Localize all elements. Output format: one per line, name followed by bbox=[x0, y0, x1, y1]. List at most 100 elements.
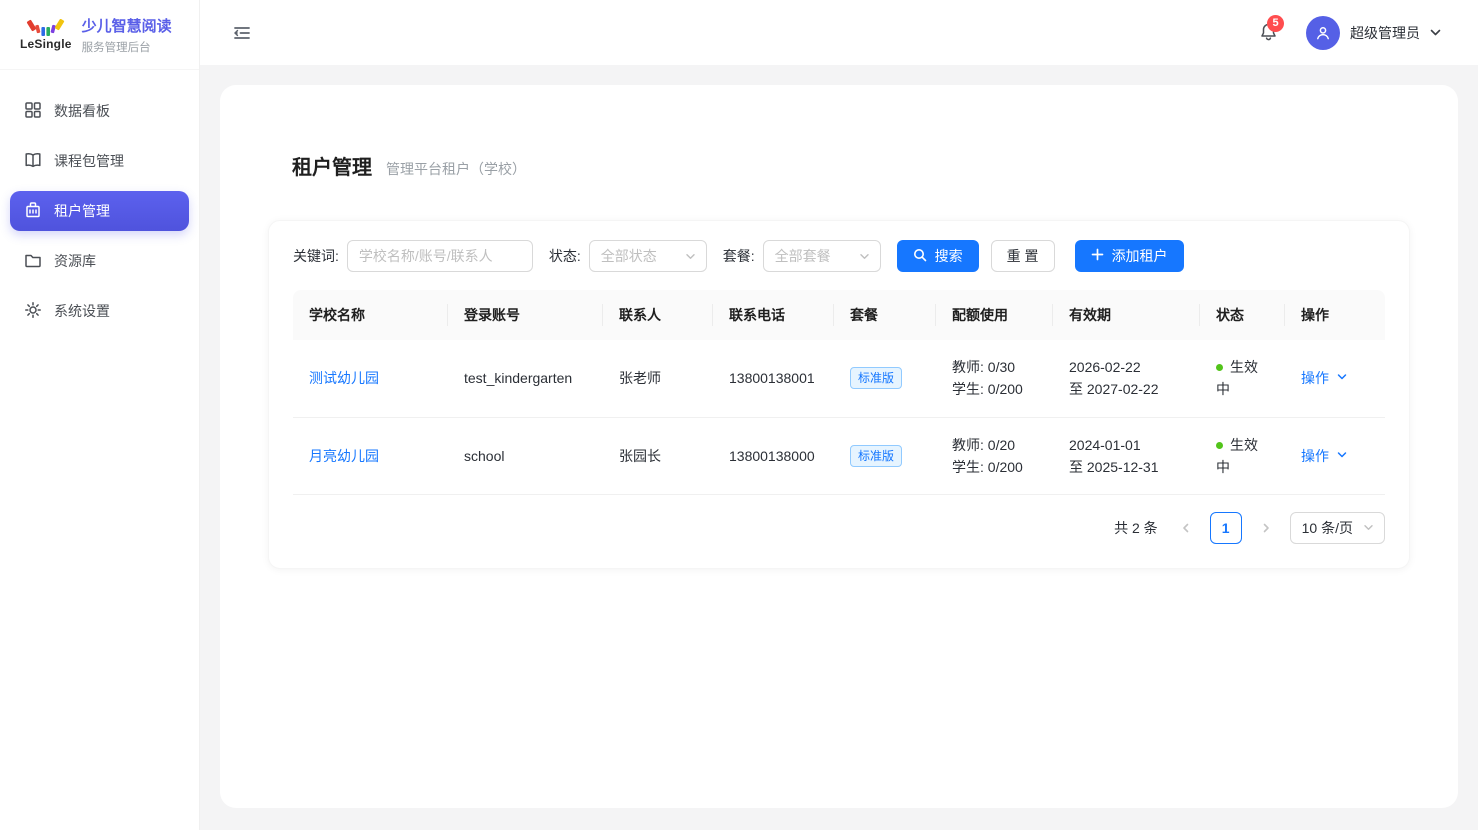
sidebar-item-label: 租户管理 bbox=[54, 201, 110, 221]
sidebar-item-label: 资源库 bbox=[54, 251, 96, 271]
school-name-link[interactable]: 测试幼儿园 bbox=[309, 370, 379, 386]
tenant-panel: 关键词: 状态: 全部状态 套餐: 全部套餐 bbox=[268, 220, 1410, 569]
contact-name: 张老师 bbox=[603, 340, 713, 417]
keyword-input[interactable] bbox=[347, 240, 533, 272]
sidebar-collapse-icon[interactable] bbox=[232, 22, 254, 44]
sidebar-item-label: 课程包管理 bbox=[54, 151, 124, 171]
user-name: 超级管理员 bbox=[1350, 23, 1420, 43]
building-icon bbox=[24, 201, 42, 222]
gear-icon bbox=[24, 301, 42, 322]
status-text: 生效中 bbox=[1216, 437, 1258, 475]
package-select[interactable]: 全部套餐 bbox=[763, 240, 881, 272]
contact-name: 张园长 bbox=[603, 417, 713, 494]
status-label: 状态: bbox=[549, 246, 581, 266]
row-actions-dropdown[interactable]: 操作 bbox=[1301, 368, 1348, 388]
col-login-account: 登录账号 bbox=[448, 290, 603, 340]
user-menu[interactable]: 超级管理员 bbox=[1306, 16, 1442, 50]
sidebar-item-dashboard[interactable]: 数据看板 bbox=[10, 91, 189, 131]
col-status: 状态 bbox=[1200, 290, 1285, 340]
status-dot-icon bbox=[1216, 442, 1223, 449]
sidebar-item-resources[interactable]: 资源库 bbox=[10, 241, 189, 281]
contact-phone: 13800138000 bbox=[713, 417, 834, 494]
row-actions-dropdown[interactable]: 操作 bbox=[1301, 446, 1348, 466]
col-school-name: 学校名称 bbox=[293, 290, 448, 340]
chevron-down-icon bbox=[859, 251, 870, 262]
login-account: test_kindergarten bbox=[448, 340, 603, 417]
sidebar: LeSingle 少儿智慧阅读 服务管理后台 数据看板 课程包 bbox=[0, 0, 200, 830]
quota-teacher: 教师: 0/30 bbox=[952, 356, 1037, 378]
brand-title: 少儿智慧阅读 bbox=[82, 15, 172, 36]
chevron-down-icon bbox=[1336, 370, 1348, 386]
dashboard-icon bbox=[24, 101, 42, 122]
notification-count-badge: 5 bbox=[1267, 15, 1284, 32]
content-card: 租户管理 管理平台租户（学校） 关键词: 状态: 全部状态 套餐: 全部套餐 bbox=[220, 85, 1458, 808]
page-size-value: 10 条/页 bbox=[1302, 518, 1353, 538]
top-header: 5 超级管理员 bbox=[200, 0, 1478, 65]
sidebar-item-tenants[interactable]: 租户管理 bbox=[10, 191, 189, 231]
keyword-label: 关键词: bbox=[293, 246, 339, 266]
brand-logo: LeSingle 少儿智慧阅读 服务管理后台 bbox=[0, 0, 199, 70]
sidebar-item-label: 数据看板 bbox=[54, 101, 110, 121]
brand-subtitle: 服务管理后台 bbox=[82, 39, 172, 55]
pagination-total: 共 2 条 bbox=[1114, 518, 1158, 538]
page-subtitle: 管理平台租户（学校） bbox=[386, 159, 526, 179]
login-account: school bbox=[448, 417, 603, 494]
book-icon bbox=[24, 151, 42, 172]
page-title: 租户管理 bbox=[292, 151, 372, 180]
quota-student: 学生: 0/200 bbox=[952, 456, 1037, 478]
status-dot-icon bbox=[1216, 364, 1223, 371]
valid-from: 2024-01-01 bbox=[1069, 434, 1184, 456]
package-tag: 标准版 bbox=[850, 367, 902, 389]
status-select[interactable]: 全部状态 bbox=[589, 240, 707, 272]
sidebar-item-settings[interactable]: 系统设置 bbox=[10, 291, 189, 331]
package-label: 套餐: bbox=[723, 246, 755, 266]
quota-student: 学生: 0/200 bbox=[952, 378, 1037, 400]
reset-button[interactable]: 重 置 bbox=[991, 240, 1055, 272]
col-package: 套餐 bbox=[834, 290, 936, 340]
status-select-value: 全部状态 bbox=[601, 246, 657, 266]
col-quota: 配额使用 bbox=[936, 290, 1053, 340]
page-size-select[interactable]: 10 条/页 bbox=[1290, 512, 1385, 544]
logo-text: LeSingle bbox=[20, 38, 72, 50]
table-row: 测试幼儿园 test_kindergarten 张老师 13800138001 … bbox=[293, 340, 1385, 417]
add-tenant-button[interactable]: 添加租户 bbox=[1075, 240, 1184, 272]
action-label: 操作 bbox=[1301, 446, 1329, 466]
chevron-down-icon bbox=[1363, 522, 1374, 533]
school-name-link[interactable]: 月亮幼儿园 bbox=[309, 448, 379, 464]
package-tag: 标准版 bbox=[850, 445, 902, 467]
pagination-page-1[interactable]: 1 bbox=[1210, 512, 1242, 544]
chevron-down-icon bbox=[1429, 26, 1442, 39]
search-button[interactable]: 搜索 bbox=[897, 240, 979, 272]
avatar bbox=[1306, 16, 1340, 50]
add-tenant-button-label: 添加租户 bbox=[1112, 246, 1168, 266]
tenant-table: 学校名称 登录账号 联系人 联系电话 套餐 配额使用 有效期 状态 操作 测试幼… bbox=[293, 290, 1385, 495]
valid-from: 2026-02-22 bbox=[1069, 356, 1184, 378]
table-header-row: 学校名称 登录账号 联系人 联系电话 套餐 配额使用 有效期 状态 操作 bbox=[293, 290, 1385, 340]
pagination-next-icon[interactable] bbox=[1250, 512, 1282, 544]
main-content: 租户管理 管理平台租户（学校） 关键词: 状态: 全部状态 套餐: 全部套餐 bbox=[200, 65, 1478, 830]
col-contact: 联系人 bbox=[603, 290, 713, 340]
page-head: 租户管理 管理平台租户（学校） bbox=[268, 151, 1410, 180]
logo-bars-icon bbox=[25, 19, 67, 37]
contact-phone: 13800138001 bbox=[713, 340, 834, 417]
chevron-down-icon bbox=[1336, 448, 1348, 464]
chevron-down-icon bbox=[685, 251, 696, 262]
valid-to: 至 2025-12-31 bbox=[1069, 456, 1184, 478]
pagination: 共 2 条 1 10 条/页 bbox=[293, 512, 1385, 544]
filter-bar: 关键词: 状态: 全部状态 套餐: 全部套餐 bbox=[293, 240, 1385, 272]
sidebar-item-label: 系统设置 bbox=[54, 301, 110, 321]
notifications-bell-icon[interactable]: 5 bbox=[1258, 22, 1280, 44]
sidebar-menu: 数据看板 课程包管理 租户管理 bbox=[0, 70, 199, 331]
col-actions: 操作 bbox=[1285, 290, 1385, 340]
valid-to: 至 2027-02-22 bbox=[1069, 378, 1184, 400]
action-label: 操作 bbox=[1301, 368, 1329, 388]
pagination-prev-icon[interactable] bbox=[1170, 512, 1202, 544]
status-badge: 生效中 bbox=[1216, 356, 1268, 400]
sidebar-item-course-packages[interactable]: 课程包管理 bbox=[10, 141, 189, 181]
plus-icon bbox=[1091, 248, 1104, 264]
search-button-label: 搜索 bbox=[935, 246, 963, 266]
package-select-value: 全部套餐 bbox=[775, 246, 831, 266]
table-row: 月亮幼儿园 school 张园长 13800138000 标准版 教师: 0/2… bbox=[293, 417, 1385, 494]
folder-icon bbox=[24, 251, 42, 272]
col-validity: 有效期 bbox=[1053, 290, 1200, 340]
